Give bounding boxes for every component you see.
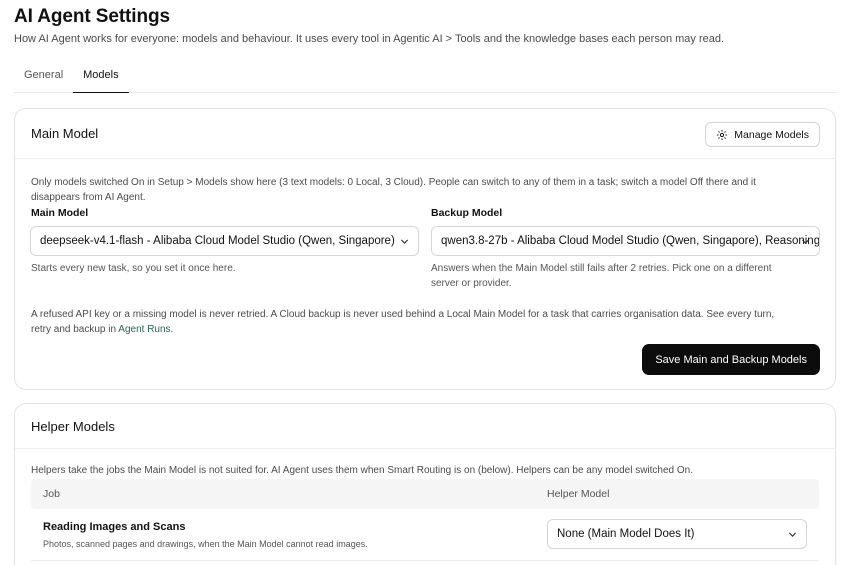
helper-models-card-header: Helper Models [15, 404, 835, 449]
retry-note-line1: A refused API key or a missing model is … [31, 309, 775, 320]
column-header-helper-model: Helper Model [547, 488, 610, 500]
helper-model-value: None (Main Model Does It) [557, 528, 695, 540]
main-model-label: Main Model [31, 207, 89, 219]
backup-model-hint: Answers when the Main Model still fails … [431, 261, 772, 291]
tab-bar: General Models [14, 60, 836, 93]
agent-runs-link[interactable]: Agent Runs [118, 324, 170, 335]
gear-icon [717, 129, 728, 140]
main-model-intro-line2: disappears from AI Agent. [31, 192, 146, 203]
manage-models-button[interactable]: Manage Models [705, 122, 820, 147]
row-divider [31, 560, 819, 561]
helper-model-select[interactable]: None (Main Model Does It) [547, 519, 807, 549]
backup-model-label: Backup Model [431, 207, 503, 219]
main-model-card: Main Model Manage Models Only models swi… [14, 108, 836, 390]
main-model-card-title: Main Model [31, 126, 99, 141]
backup-model-hint-line1: Answers when the Main Model still fails … [431, 263, 772, 274]
tab-models[interactable]: Models [73, 60, 129, 93]
helper-models-card: Helper Models Helpers take the jobs the … [14, 403, 836, 565]
chevron-down-icon [400, 239, 409, 244]
retry-note-line2: retry and backup in Agent Runs. [31, 322, 774, 337]
chevron-down-icon [788, 532, 797, 537]
job-description: Photos, scanned pages and drawings, when… [43, 539, 368, 549]
retry-note: A refused API key or a missing model is … [31, 307, 774, 337]
job-title: Reading Images and Scans [43, 521, 186, 533]
save-models-button[interactable]: Save Main and Backup Models [642, 344, 820, 375]
backup-model-select[interactable]: qwen3.8-27b - Alibaba Cloud Model Studio… [431, 226, 820, 256]
chevron-down-icon [801, 239, 810, 244]
backup-model-value: qwen3.8-27b - Alibaba Cloud Model Studio… [441, 235, 820, 247]
column-header-job: Job [43, 488, 60, 500]
tab-general[interactable]: General [14, 60, 73, 93]
main-model-intro-line1: Only models switched On in Setup > Model… [31, 177, 756, 188]
helper-models-card-title: Helper Models [31, 419, 115, 434]
main-model-hint: Starts every new task, so you set it onc… [31, 263, 236, 274]
helper-models-intro: Helpers take the jobs the Main Model is … [31, 465, 694, 476]
main-model-select[interactable]: deepseek-v4.1-flash - Alibaba Cloud Mode… [30, 226, 419, 256]
retry-note-prefix: retry and backup in [31, 324, 119, 335]
retry-note-suffix: . [170, 324, 174, 335]
page-subtitle: How AI Agent works for everyone: models … [14, 33, 725, 45]
main-model-card-header: Main Model Manage Models [15, 109, 835, 159]
main-model-intro: Only models switched On in Setup > Model… [31, 175, 756, 205]
main-model-value: deepseek-v4.1-flash - Alibaba Cloud Mode… [40, 235, 395, 247]
manage-models-label: Manage Models [734, 128, 809, 141]
backup-model-hint-line2: server or provider. [431, 278, 512, 289]
page-title: AI Agent Settings [14, 6, 170, 27]
helper-table-header: Job Helper Model [31, 479, 819, 509]
